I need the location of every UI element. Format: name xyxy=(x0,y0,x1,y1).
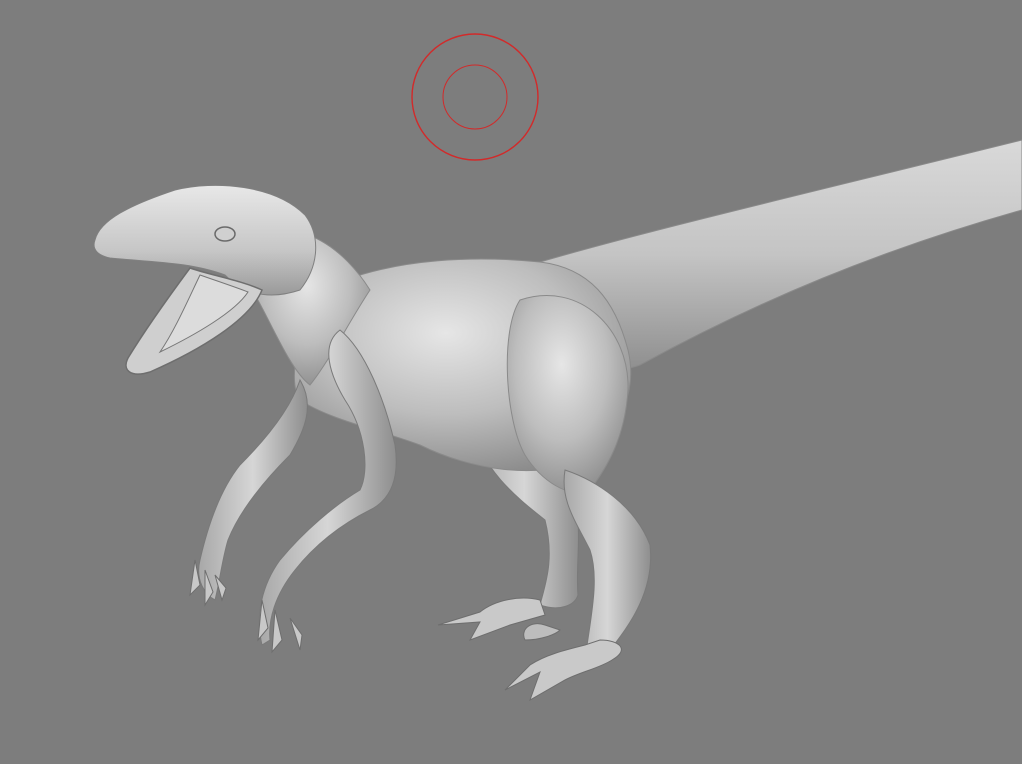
brush-circle-icon xyxy=(411,33,539,161)
viewport-canvas[interactable] xyxy=(0,0,1022,764)
brush-outer-radius xyxy=(411,33,539,161)
raptor-model[interactable] xyxy=(93,139,1022,702)
foot-near xyxy=(504,639,622,702)
brush-inner-radius xyxy=(442,64,508,130)
sculpt-viewport[interactable] xyxy=(0,0,1022,764)
sickle-claw xyxy=(523,623,561,641)
eye xyxy=(214,226,236,242)
